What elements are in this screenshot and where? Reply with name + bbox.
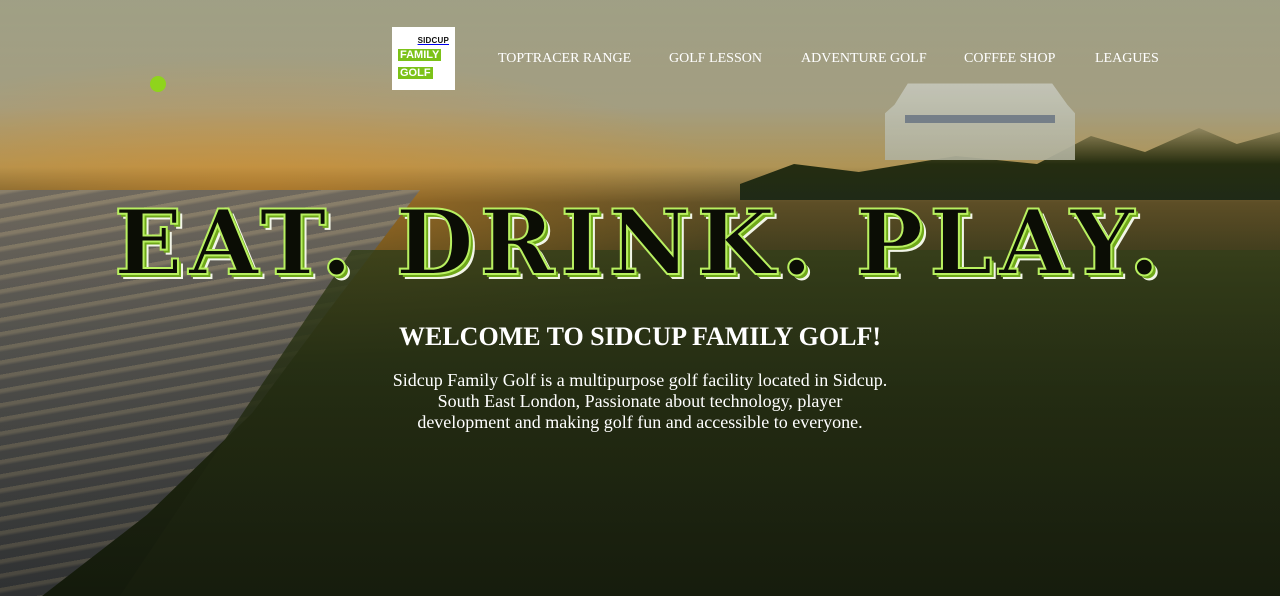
nav-item-leagues[interactable]: LEAGUES [1095,50,1159,68]
hero-section: SIDCUP FAMILY GOLF TOPTRACER RANGE GOLF … [0,0,1280,596]
description-line: development and making golf fun and acce… [417,412,863,432]
nav-item-toptracer-range[interactable]: TOPTRACER RANGE [498,50,631,68]
nav-item-adventure-golf[interactable]: ADVENTURE GOLF [801,50,927,68]
background-overlay [0,0,1280,596]
logo-line-golf: GOLF [398,67,433,79]
green-dot-icon [150,76,166,92]
hero-headline: EAT. DRINK. PLAY. [113,189,1166,297]
nav-item-golf-lesson[interactable]: GOLF LESSON [669,50,762,68]
description-line: South East London, Passionate about tech… [437,391,843,411]
nav-item-coffee-shop[interactable]: COFFEE SHOP [964,50,1055,68]
hero-description: Sidcup Family Golf is a multipurpose gol… [380,370,900,433]
logo-line-sidcup: SIDCUP [417,36,449,45]
description-line: Sidcup Family Golf is a multipurpose gol… [392,370,888,390]
main-nav: TOPTRACER RANGE GOLF LESSON ADVENTURE GO… [0,50,1280,68]
welcome-heading: WELCOME TO SIDCUP FAMILY GOLF! [398,322,882,351]
